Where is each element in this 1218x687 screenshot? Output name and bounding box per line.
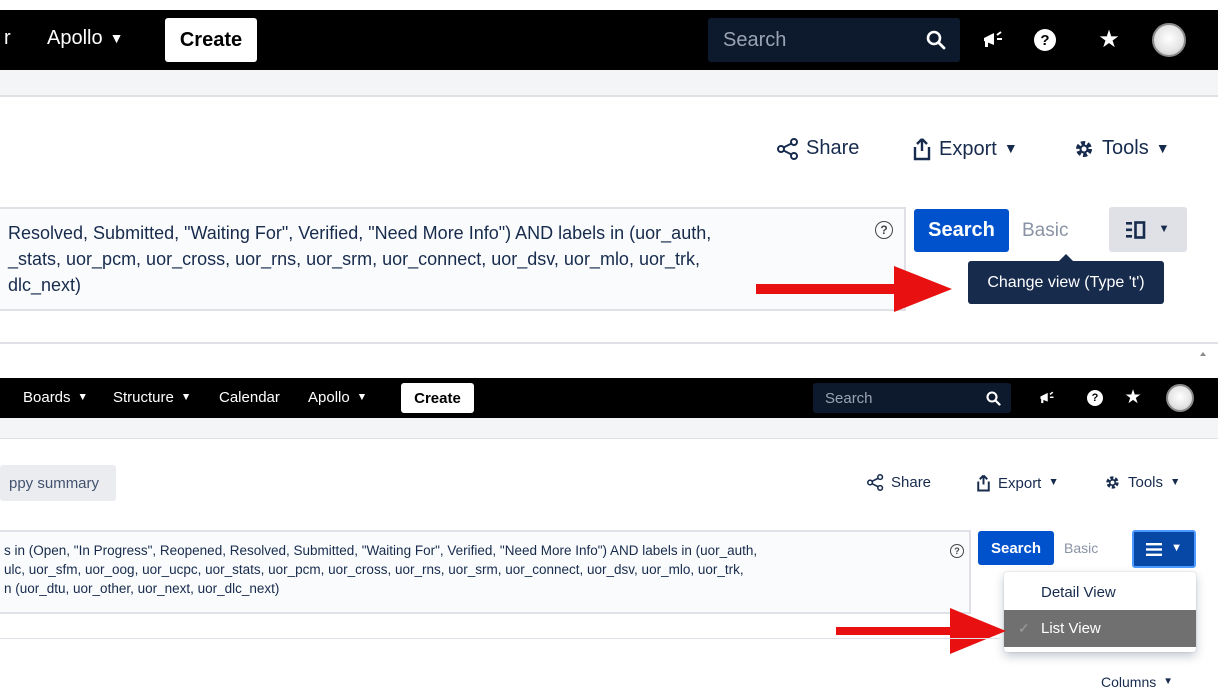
- share-icon: [777, 137, 798, 160]
- nav-item-apollo[interactable]: Apollo ▼: [308, 389, 367, 406]
- create-button[interactable]: Create: [401, 383, 474, 413]
- annotation-arrow: [756, 266, 952, 312]
- export-label: Export: [939, 137, 997, 160]
- detail-view-icon: [1126, 220, 1146, 239]
- divider: [0, 438, 1218, 439]
- megaphone-icon[interactable]: [979, 27, 1007, 53]
- sub-header-bar: [0, 70, 1218, 95]
- nav-item-apollo[interactable]: Apollo ▼: [47, 27, 123, 50]
- help-icon[interactable]: ?: [875, 221, 893, 239]
- help-icon[interactable]: ?: [1034, 29, 1056, 51]
- top-navigation-bar: r Apollo ▼ Create Search ? ★: [0, 10, 1218, 70]
- basic-search-link[interactable]: Basic: [1064, 540, 1098, 556]
- top-navigation-bar: Boards ▼ Structure ▼ Calendar Apollo ▼ C…: [0, 378, 1218, 418]
- tools-label: Tools: [1102, 137, 1149, 159]
- list-view-icon: [1145, 542, 1162, 556]
- search-placeholder: Search: [825, 389, 873, 407]
- search-icon: [986, 390, 1001, 406]
- tools-label: Tools: [1128, 474, 1164, 491]
- nav-item-apollo-label: Apollo: [308, 389, 350, 406]
- share-button[interactable]: Share: [867, 474, 931, 491]
- chevron-down-icon: ▼: [1170, 542, 1183, 554]
- chevron-down-icon: ▼: [1170, 475, 1181, 488]
- columns-label: Columns: [1101, 674, 1157, 687]
- chevron-down-icon: ▼: [1155, 139, 1170, 156]
- star-icon[interactable]: ★: [1124, 387, 1142, 408]
- normal-screenshot-panel: Boards ▼ Structure ▼ Calendar Apollo ▼ C…: [0, 370, 1218, 687]
- list-view-option[interactable]: ✓ List View: [1004, 610, 1196, 647]
- search-button[interactable]: Search: [978, 531, 1054, 565]
- tools-button[interactable]: Tools ▼: [1104, 474, 1180, 491]
- search-placeholder: Search: [723, 28, 787, 51]
- detail-view-option[interactable]: Detail View: [1004, 576, 1196, 608]
- change-view-tooltip: Change view (Type 't'): [968, 254, 1164, 304]
- export-label: Export: [998, 474, 1042, 492]
- tools-button[interactable]: Tools ▼: [1073, 137, 1170, 160]
- export-icon: [977, 474, 990, 492]
- gear-icon: [1076, 140, 1092, 157]
- jql-line: ulc, uor_sfm, uor_oog, uor_ucpc, uor_sta…: [4, 562, 744, 577]
- export-button[interactable]: Export ▼: [912, 137, 1018, 161]
- gear-icon: [1106, 476, 1119, 489]
- chevron-down-icon: ▼: [1048, 476, 1059, 488]
- help-icon[interactable]: ?: [1087, 390, 1103, 406]
- help-icon[interactable]: ?: [950, 544, 964, 558]
- chevron-down-icon: ▼: [77, 390, 88, 403]
- nav-item-apollo-label: Apollo: [47, 27, 103, 49]
- create-button[interactable]: Create: [165, 18, 257, 62]
- nav-item-structure[interactable]: Structure ▼: [113, 389, 191, 406]
- nav-item-boards-label: Boards: [23, 389, 71, 406]
- view-dropdown-menu: Detail View ✓ List View: [1004, 572, 1196, 652]
- star-icon[interactable]: ★: [1097, 26, 1121, 53]
- export-icon: [913, 138, 931, 161]
- nav-item-calendar[interactable]: Calendar: [219, 389, 280, 406]
- megaphone-icon[interactable]: [1037, 389, 1057, 407]
- basic-search-link[interactable]: Basic: [1022, 220, 1068, 242]
- change-view-button[interactable]: ▼: [1109, 207, 1187, 252]
- share-icon: [867, 474, 884, 491]
- annotation-arrow: [836, 608, 1006, 654]
- change-view-button[interactable]: ▼: [1132, 530, 1196, 568]
- jql-query-input[interactable]: s in (Open, "In Progress", Reopened, Res…: [0, 530, 971, 614]
- list-view-option-label: List View: [1041, 620, 1101, 637]
- nav-item-partial[interactable]: r: [4, 27, 11, 50]
- share-button[interactable]: Share: [777, 137, 859, 160]
- scroll-up-icon[interactable]: [1200, 352, 1206, 356]
- share-label: Share: [806, 137, 860, 159]
- divider: [0, 95, 1218, 97]
- avatar[interactable]: [1152, 23, 1186, 57]
- jql-line: s in (Open, "In Progress", Reopened, Res…: [4, 543, 758, 558]
- columns-button[interactable]: Columns ▼: [1101, 674, 1173, 687]
- jql-line: Resolved, Submitted, "Waiting For", Veri…: [8, 223, 712, 243]
- nav-item-structure-label: Structure: [113, 389, 174, 406]
- divider: [0, 638, 1000, 639]
- chevron-down-icon: ▼: [109, 29, 124, 46]
- checkmark-icon: ✓: [1018, 620, 1030, 636]
- jql-line: n (uor_dtu, uor_other, uor_next, uor_dlc…: [4, 581, 280, 596]
- divider: [0, 342, 1218, 344]
- chevron-down-icon: ▼: [356, 390, 368, 403]
- chevron-down-icon: ▼: [1003, 140, 1018, 156]
- search-input[interactable]: Search: [708, 18, 960, 62]
- search-button[interactable]: Search: [914, 209, 1009, 252]
- search-input[interactable]: Search: [813, 383, 1011, 413]
- chevron-down-icon: ▼: [1163, 675, 1173, 687]
- sub-header-bar: [0, 418, 1218, 438]
- zoomed-screenshot-panel: r Apollo ▼ Create Search ? ★ Share Expor…: [0, 0, 1218, 370]
- avatar[interactable]: [1166, 384, 1194, 412]
- chevron-down-icon: ▼: [1158, 222, 1170, 235]
- nav-item-boards[interactable]: Boards ▼: [23, 389, 88, 406]
- copy-summary-button[interactable]: ppy summary: [0, 465, 116, 501]
- share-label: Share: [891, 474, 932, 491]
- export-button[interactable]: Export ▼: [976, 474, 1059, 492]
- chevron-down-icon: ▼: [180, 390, 192, 403]
- search-icon: [926, 30, 946, 50]
